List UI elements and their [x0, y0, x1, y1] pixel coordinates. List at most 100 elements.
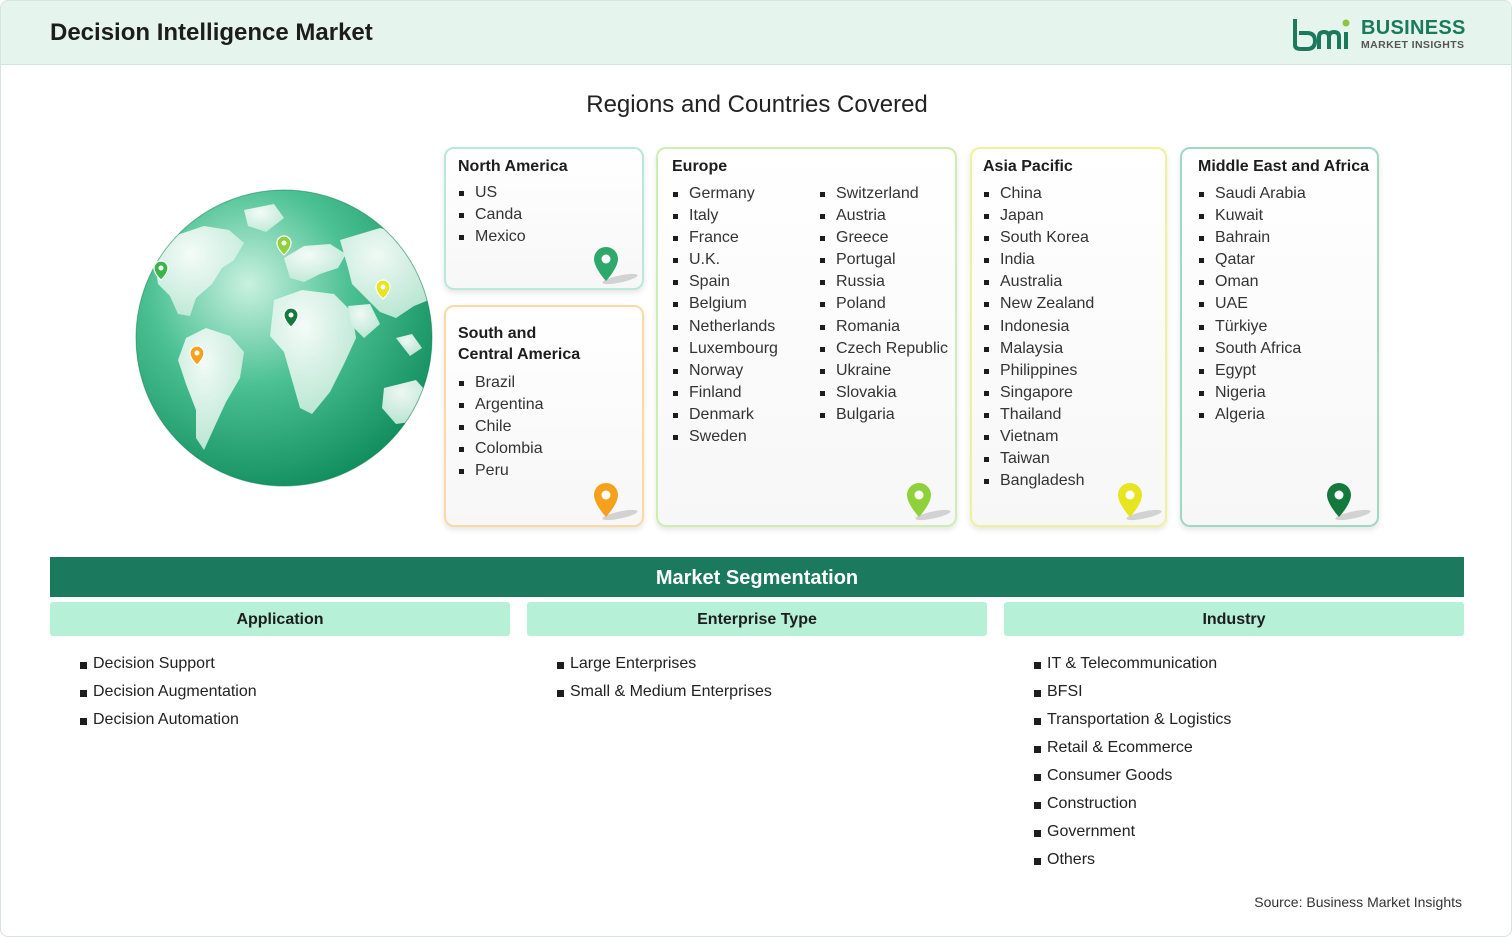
- list-item: Chile: [458, 416, 544, 438]
- list-item: Italy: [672, 205, 778, 227]
- list-item: Large Enterprises: [557, 650, 772, 678]
- list-item: Portugal: [819, 249, 948, 271]
- regions-title: Regions and Countries Covered: [586, 91, 928, 118]
- list-item: Brazil: [458, 372, 544, 394]
- region-title-line: South and: [458, 325, 537, 342]
- list-item: Kuwait: [1198, 205, 1306, 227]
- source-note: Source: Business Market Insights: [1254, 894, 1462, 910]
- map-pin-icon: [594, 483, 638, 521]
- country-list-north-america: US Canda Mexico: [458, 182, 526, 248]
- segment-list-enterprise-type: Large Enterprises Small & Medium Enterpr…: [557, 650, 772, 706]
- list-item: Russia: [819, 271, 948, 293]
- list-item: Colombia: [458, 438, 544, 460]
- region-title-mea: Middle East and Africa: [1198, 158, 1369, 175]
- region-title-asia-pacific: Asia Pacific: [983, 158, 1073, 175]
- list-item: Retail & Ecommerce: [1034, 734, 1231, 762]
- map-pin-icon: [1118, 483, 1162, 521]
- list-item: China: [983, 183, 1094, 205]
- list-item: Bulgaria: [819, 404, 948, 426]
- list-item: Indonesia: [983, 316, 1094, 338]
- list-item: Denmark: [672, 404, 778, 426]
- region-title-europe: Europe: [672, 158, 728, 175]
- list-item: Small & Medium Enterprises: [557, 678, 772, 706]
- map-pin-icon: [594, 247, 638, 285]
- list-item: Transportation & Logistics: [1034, 706, 1231, 734]
- list-item: Malaysia: [983, 338, 1094, 360]
- header-bar: Decision Intelligence Market BUSINESS MA…: [1, 1, 1511, 65]
- list-item: Türkiye: [1198, 316, 1306, 338]
- segment-header-application: Application: [50, 602, 510, 636]
- list-item: Slovakia: [819, 382, 948, 404]
- country-list-mea: Saudi Arabia Kuwait Bahrain Qatar Oman U…: [1198, 183, 1306, 426]
- region-title-south-america: South and Central America: [458, 323, 580, 365]
- list-item: Peru: [458, 460, 544, 482]
- logo-text-business: BUSINESS: [1361, 17, 1466, 39]
- list-item: Austria: [819, 205, 948, 227]
- list-item: India: [983, 249, 1094, 271]
- list-item: Sweden: [672, 426, 778, 448]
- region-title-line: Central America: [458, 346, 581, 363]
- list-item: South Korea: [983, 227, 1094, 249]
- list-item: Saudi Arabia: [1198, 183, 1306, 205]
- list-item: Mexico: [458, 226, 526, 248]
- map-pin-icon: [907, 483, 951, 521]
- list-item: BFSI: [1034, 678, 1231, 706]
- list-item: U.K.: [672, 249, 778, 271]
- list-item: New Zealand: [983, 293, 1094, 315]
- list-item: Consumer Goods: [1034, 762, 1231, 790]
- region-card-north-america: North America US Canda Mexico: [444, 147, 644, 290]
- country-list-asia-pacific: China Japan South Korea India Australia …: [983, 183, 1094, 492]
- region-title-north-america: North America: [458, 158, 568, 175]
- list-item: Finland: [672, 382, 778, 404]
- list-item: Netherlands: [672, 316, 778, 338]
- globe-icon: [135, 189, 433, 487]
- list-item: Philippines: [983, 360, 1094, 382]
- segment-header-enterprise-type: Enterprise Type: [527, 602, 987, 636]
- list-item: Vietnam: [983, 426, 1094, 448]
- list-item: UAE: [1198, 293, 1306, 315]
- list-item: Bahrain: [1198, 227, 1306, 249]
- list-item: Norway: [672, 360, 778, 382]
- list-item: Spain: [672, 271, 778, 293]
- segment-header-industry: Industry: [1004, 602, 1464, 636]
- list-item: Decision Augmentation: [80, 678, 257, 706]
- list-item: Singapore: [983, 382, 1094, 404]
- country-list-europe-col1: Germany Italy France U.K. Spain Belgium …: [672, 183, 778, 448]
- list-item: Argentina: [458, 394, 544, 416]
- list-item: Ukraine: [819, 360, 948, 382]
- list-item: Canda: [458, 204, 526, 226]
- list-item: Decision Automation: [80, 706, 257, 734]
- list-item: Romania: [819, 316, 948, 338]
- market-segmentation-header: Market Segmentation: [50, 557, 1464, 597]
- segment-list-application: Decision Support Decision Augmentation D…: [80, 650, 257, 734]
- list-item: Czech Republic: [819, 338, 948, 360]
- country-list-europe-col2: Switzerland Austria Greece Portugal Russ…: [819, 183, 948, 426]
- list-item: Australia: [983, 271, 1094, 293]
- region-card-asia-pacific: Asia Pacific China Japan South Korea Ind…: [970, 147, 1167, 527]
- list-item: South Africa: [1198, 338, 1306, 360]
- region-card-south-america: South and Central America Brazil Argenti…: [444, 305, 644, 527]
- list-item: Taiwan: [983, 448, 1094, 470]
- list-item: Germany: [672, 183, 778, 205]
- map-pin-icon: [1327, 483, 1371, 521]
- list-item: Algeria: [1198, 404, 1306, 426]
- list-item: Thailand: [983, 404, 1094, 426]
- country-list-south-america: Brazil Argentina Chile Colombia Peru: [458, 372, 544, 482]
- list-item: Poland: [819, 293, 948, 315]
- list-item: Greece: [819, 227, 948, 249]
- list-item: Others: [1034, 846, 1231, 874]
- list-item: US: [458, 182, 526, 204]
- list-item: IT & Telecommunication: [1034, 650, 1231, 678]
- list-item: France: [672, 227, 778, 249]
- logo-text-market-insights: MARKET INSIGHTS: [1361, 39, 1465, 51]
- page-frame: Decision Intelligence Market BUSINESS MA…: [0, 0, 1512, 937]
- list-item: Bangladesh: [983, 470, 1094, 492]
- list-item: Switzerland: [819, 183, 948, 205]
- region-card-europe: Europe Germany Italy France U.K. Spain B…: [656, 147, 957, 527]
- segment-list-industry: IT & Telecommunication BFSI Transportati…: [1034, 650, 1231, 874]
- region-card-mea: Middle East and Africa Saudi Arabia Kuwa…: [1180, 147, 1379, 527]
- business-market-insights-logo: BUSINESS MARKET INSIGHTS: [1291, 15, 1471, 55]
- list-item: Oman: [1198, 271, 1306, 293]
- list-item: Qatar: [1198, 249, 1306, 271]
- list-item: Luxembourg: [672, 338, 778, 360]
